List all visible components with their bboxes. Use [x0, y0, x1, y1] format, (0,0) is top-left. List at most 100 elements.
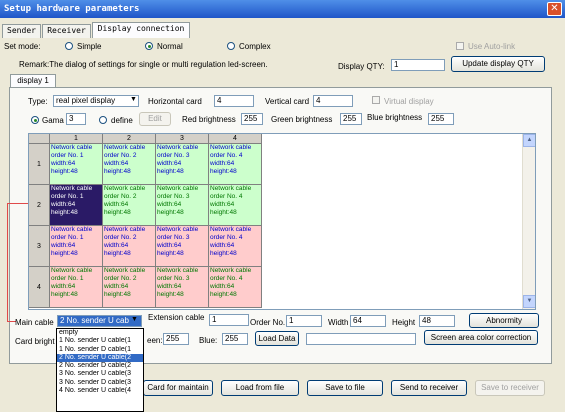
col-header: 2: [103, 134, 156, 144]
width-input[interactable]: 64: [350, 315, 386, 327]
tab-sender[interactable]: Sender: [2, 24, 41, 38]
grid-scrollbar[interactable]: ▲ ▼: [522, 134, 535, 309]
load-from-file-button[interactable]: Load from file: [221, 380, 299, 396]
simple-label: Simple: [77, 42, 102, 51]
grid-cell[interactable]: Network cable order No. 4 width:64 height:4…: [209, 267, 262, 308]
connection-line: [7, 203, 29, 204]
red-brightness-label: Red brightness: [182, 115, 236, 124]
tab-receiver[interactable]: Receiver: [42, 24, 91, 38]
dropdown-item[interactable]: 2 No. sender D cable(2: [57, 362, 143, 370]
blue-short-input[interactable]: 255: [222, 333, 248, 345]
window-title: Setup hardware parameters: [4, 4, 140, 14]
load-data-button[interactable]: Load Data: [255, 331, 299, 346]
define-label: define: [111, 116, 133, 125]
grid-cell[interactable]: Network cable order No. 2 width:64 height:4…: [103, 185, 156, 226]
scroll-down-icon[interactable]: ▼: [523, 295, 535, 308]
setup-window: Setup hardware parameters ✕ Sender Recei…: [0, 0, 565, 412]
green-brightness-input[interactable]: 255: [340, 113, 362, 125]
grid-cell[interactable]: Network cable order No. 4 width:64 height:4…: [209, 185, 262, 226]
use-autolink-label: Use Auto-link: [468, 42, 516, 51]
order-no-label: Order No.: [250, 318, 286, 327]
gama-label: Gama: [42, 116, 64, 125]
extension-cable-input[interactable]: 1: [209, 314, 249, 326]
extension-cable-label: Extension cable: [148, 313, 205, 322]
abnormity-button[interactable]: Abnormity: [469, 313, 539, 328]
dropdown-item[interactable]: 4 No. sender U cable(4: [57, 387, 143, 395]
grid-cell[interactable]: Network cable order No. 1 width:64 height:4…: [50, 267, 103, 308]
dropdown-item-selected[interactable]: 2 No. sender U cable(2: [57, 353, 143, 363]
card-maintain-button[interactable]: Card for maintain: [143, 380, 213, 396]
tab-display-1[interactable]: display 1: [10, 74, 56, 88]
row-header: 3: [29, 226, 50, 267]
green-short-label: een:: [147, 336, 163, 345]
grid-cell[interactable]: Network cable order No. 3 width:64 height:4…: [156, 144, 209, 185]
card-bright-label: Card bright: [15, 337, 55, 346]
grid-cell-selected[interactable]: Network cable order No. 1 width:64 height:4…: [50, 185, 103, 226]
green-short-input[interactable]: 255: [163, 333, 189, 345]
edit-button[interactable]: Edit: [139, 112, 171, 126]
main-cable-value: 2 No. sender U cab: [60, 316, 129, 325]
blue-brightness-input[interactable]: 255: [428, 113, 454, 125]
dropdown-item[interactable]: empty: [57, 329, 143, 337]
vcard-input[interactable]: 4: [313, 95, 353, 107]
grid-cell[interactable]: Network cable order No. 1 width:64 height:4…: [50, 144, 103, 185]
complex-radio[interactable]: [227, 42, 235, 50]
hcard-input[interactable]: 4: [214, 95, 254, 107]
normal-radio[interactable]: [145, 42, 153, 50]
hcard-label: Horizontal card: [148, 97, 202, 106]
close-icon[interactable]: ✕: [547, 2, 562, 16]
grid-cell[interactable]: Network cable order No. 3 width:64 height:4…: [156, 185, 209, 226]
connection-line-vertical: [7, 203, 8, 321]
order-no-input[interactable]: 1: [286, 315, 322, 327]
grid-cell[interactable]: Network cable order No. 4 width:64 height:4…: [209, 144, 262, 185]
gama-radio[interactable]: [31, 116, 39, 124]
grid-cell[interactable]: Network cable order No. 3 width:64 height:4…: [156, 267, 209, 308]
load-data-path-input[interactable]: [306, 333, 416, 345]
normal-label: Normal: [157, 42, 183, 51]
dropdown-item[interactable]: 1 No. sender U cable(1: [57, 337, 143, 345]
row-header: 1: [29, 144, 50, 185]
display-qty-input[interactable]: 1: [391, 59, 445, 71]
display-qty-label: Display QTY:: [338, 62, 385, 71]
grid-corner: [29, 134, 50, 144]
screen-area-correction-button[interactable]: Screen area color correction: [424, 330, 538, 345]
simple-radio[interactable]: [65, 42, 73, 50]
width-label: Width: [328, 318, 349, 327]
grid-cell[interactable]: Network cable order No. 2 width:64 height:4…: [103, 144, 156, 185]
scroll-up-icon[interactable]: ▲: [523, 134, 535, 147]
use-autolink-checkbox[interactable]: [456, 42, 464, 50]
blue-brightness-label: Blue brightness: [367, 113, 423, 122]
chevron-down-icon[interactable]: ▼: [131, 316, 138, 323]
define-radio[interactable]: [99, 116, 107, 124]
grid-cell[interactable]: Network cable order No. 2 width:64 height:4…: [103, 267, 156, 308]
green-brightness-label: Green brightness: [271, 115, 333, 124]
chevron-down-icon[interactable]: ▼: [130, 96, 137, 103]
virtual-display-checkbox[interactable]: [372, 96, 380, 104]
card-grid[interactable]: 1 2 3 4 1 2 3 4 Network cable order No. 1…: [28, 133, 536, 310]
type-select[interactable]: real pixel display: [53, 95, 139, 107]
grid-cell[interactable]: Network cable order No. 3 width:64 height:4…: [156, 226, 209, 267]
update-display-qty-button[interactable]: Update display QTY: [451, 56, 545, 72]
height-input[interactable]: 48: [419, 315, 455, 327]
type-value: real pixel display: [56, 96, 116, 105]
grid-cell[interactable]: Network cable order No. 4 width:64 height:4…: [209, 226, 262, 267]
remark-text: Remark:The dialog of settings for single…: [19, 60, 268, 69]
main-cable-select[interactable]: 2 No. sender U cab: [57, 315, 142, 327]
main-cable-dropdown[interactable]: empty 1 No. sender U cable(1 1 No. sende…: [56, 328, 144, 412]
set-mode-label: Set mode:: [4, 42, 41, 51]
col-header: 1: [50, 134, 103, 144]
dropdown-item[interactable]: 3 No. sender D cable(3: [57, 379, 143, 387]
gama-input[interactable]: 3: [66, 113, 86, 125]
grid-cell[interactable]: Network cable order No. 1 width:64 height:4…: [50, 226, 103, 267]
grid-cell[interactable]: Network cable order No. 2 width:64 height:4…: [103, 226, 156, 267]
title-bar: Setup hardware parameters ✕: [0, 0, 565, 18]
save-to-receiver-button[interactable]: Save to receiver: [475, 380, 545, 396]
red-brightness-input[interactable]: 255: [241, 113, 263, 125]
row-header: 4: [29, 267, 50, 308]
send-to-receiver-button[interactable]: Send to receiver: [391, 380, 467, 396]
type-label: Type:: [28, 97, 48, 106]
save-to-file-button[interactable]: Save to file: [307, 380, 383, 396]
dropdown-item[interactable]: 3 No. sender U cable(3: [57, 370, 143, 378]
dropdown-item[interactable]: 1 No. sender D cable(1: [57, 346, 143, 354]
tab-display-connection[interactable]: Display connection: [92, 22, 190, 38]
